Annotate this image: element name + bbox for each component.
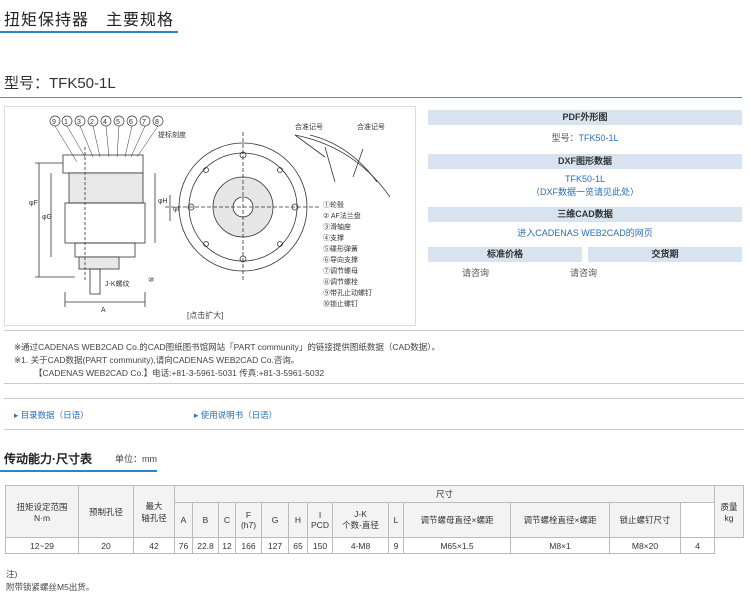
th-prebore: 预制孔径 bbox=[78, 485, 134, 538]
note-line-1: ※通过CADENAS WEB2CAD Co.的CAD图纸图书馆网站「PART c… bbox=[14, 342, 441, 352]
spec-underline bbox=[0, 470, 157, 472]
svg-text:⑨带孔止动螺钉: ⑨带孔止动螺钉 bbox=[323, 288, 372, 297]
cad-header: 三维CAD数据 bbox=[428, 207, 742, 222]
footer-note-text: 附带锁紧螺丝M5出货。 bbox=[6, 582, 95, 592]
th-bolt: 调节螺栓直径×螺距 bbox=[510, 502, 610, 538]
note-line-2: ※1. 关于CAD数据(PART community),请向CADENAS WE… bbox=[14, 355, 300, 365]
callout-10: ⑩ bbox=[148, 276, 154, 284]
th-f: F (h7) bbox=[235, 502, 262, 538]
svg-text:9: 9 bbox=[52, 119, 56, 126]
dim-a-label: A bbox=[101, 307, 106, 314]
note-line-3: 【CADENAS WEB2CAD Co.】电话:+81-3-5961-5031 … bbox=[34, 368, 325, 378]
pdf-model[interactable]: 型号：TFK50-1L bbox=[428, 132, 742, 145]
title-underline bbox=[0, 31, 178, 33]
svg-text:⑥导向支撑: ⑥导向支撑 bbox=[323, 255, 358, 264]
th-l: L bbox=[388, 502, 404, 538]
drawing-svg: 9 1 3 2 4 5 6 7 8 提标刻度 φF φG φH φI A J-K螺纹 ⑩… bbox=[29, 115, 391, 314]
th-c: C bbox=[218, 502, 236, 538]
svg-text:1: 1 bbox=[64, 119, 68, 126]
th-mass: 质量 kg bbox=[714, 485, 744, 538]
svg-text:6: 6 bbox=[129, 119, 133, 126]
zoom-link[interactable]: [点击扩大] bbox=[187, 310, 223, 321]
svg-text:③滑轴座: ③滑轴座 bbox=[323, 222, 351, 231]
spec-section-title: 传动能力·尺寸表 bbox=[4, 452, 92, 466]
svg-text:② AF法兰盘: ② AF法兰盘 bbox=[323, 211, 361, 220]
svg-text:①轮毂: ①轮毂 bbox=[323, 200, 344, 209]
notes-box: ※通过CADENAS WEB2CAD Co.的CAD图纸图书馆网站「PART c… bbox=[4, 330, 744, 384]
svg-text:5: 5 bbox=[116, 119, 120, 126]
th-torque: 扭矩设定范围 N·m bbox=[5, 485, 79, 538]
front-view bbox=[165, 132, 320, 282]
th-lock: 锁止螺钉尺寸 bbox=[609, 502, 681, 538]
th-h: H bbox=[288, 502, 308, 538]
callout-top-label: 提标刻度 bbox=[158, 130, 186, 139]
th-a: A bbox=[174, 502, 193, 538]
manual-link[interactable]: ▸ 使用说明书（日语） bbox=[194, 409, 277, 421]
dim-h-label: φH bbox=[158, 198, 168, 205]
doc-links: ▸ 目录数据（日语） ▸ 使用说明书（日语） bbox=[4, 398, 744, 430]
mark-left-label: 合准记号 bbox=[295, 122, 323, 131]
catalog-link[interactable]: ▸ 目录数据（日语） bbox=[14, 409, 89, 421]
pdf-header: PDF外形图 bbox=[428, 110, 742, 125]
svg-text:8: 8 bbox=[155, 119, 159, 126]
model-heading: 型号：TFK50-1L bbox=[4, 75, 116, 92]
footer-note-label: 注) bbox=[6, 569, 18, 579]
th-g: G bbox=[261, 502, 289, 538]
product-drawing[interactable]: 9 1 3 2 4 5 6 7 8 提标刻度 φF φG φH φI A J-K螺纹 ⑩… bbox=[4, 106, 416, 326]
th-maxbore: 最大 轴孔径 bbox=[133, 485, 175, 538]
delivery-value: 请咨询 bbox=[570, 268, 598, 278]
svg-text:⑩锁止螺钉: ⑩锁止螺钉 bbox=[323, 299, 358, 308]
delivery-header: 交货期 bbox=[588, 247, 742, 262]
pdf-model-prefix: 型号： bbox=[551, 133, 579, 143]
th-nut: 调节螺母直径×螺距 bbox=[403, 502, 511, 538]
catalog-link-label[interactable]: 目录数据（日语） bbox=[21, 410, 89, 420]
dxf-model-link[interactable]: TFK50-1L bbox=[428, 173, 742, 186]
svg-text:2: 2 bbox=[90, 119, 94, 126]
dxf-list-link[interactable]: （DXF数据一览请见此处） bbox=[428, 186, 742, 199]
th-jk: J-K 个数-直径 bbox=[332, 502, 389, 538]
spec-unit: 单位：mm bbox=[115, 454, 157, 464]
jk-label: J-K螺纹 bbox=[105, 279, 130, 288]
mark-right-label: 合准记号 bbox=[357, 122, 385, 131]
parts-legend: ①轮毂 ② AF法兰盘 ③滑轴座 ④支撑 ⑤碟形弹簧 ⑥导向支撑 ⑦调节螺母 ⑧… bbox=[323, 200, 372, 308]
svg-text:⑤碟形弹簧: ⑤碟形弹簧 bbox=[323, 244, 358, 253]
pdf-model-link[interactable]: TFK50-1L bbox=[578, 133, 618, 143]
svg-text:⑧调节螺栓: ⑧调节螺栓 bbox=[323, 277, 358, 286]
svg-text:3: 3 bbox=[77, 119, 81, 126]
price-header: 标准价格 bbox=[428, 247, 582, 262]
price-value: 请咨询 bbox=[462, 268, 490, 278]
page-title: 扭矩保持器 主要规格 bbox=[4, 12, 175, 29]
th-dims: 尺寸 bbox=[174, 485, 715, 503]
dim-f-label: φF bbox=[29, 200, 38, 207]
table-row: 12~29 20 42 76 22.8 12 166 127 65 150 4-M8 9 M65… bbox=[5, 537, 744, 554]
manual-link-label[interactable]: 使用说明书（日语） bbox=[201, 410, 278, 420]
svg-text:7: 7 bbox=[142, 119, 146, 126]
svg-text:④支撑: ④支撑 bbox=[323, 233, 344, 242]
th-i: I PCD bbox=[307, 502, 333, 538]
dxf-header: DXF图形数据 bbox=[428, 154, 742, 169]
th-b: B bbox=[192, 502, 219, 538]
spec-table: 扭矩设定范围 N·m 预制孔径 最大 轴孔径 尺寸 质量 kg A B C F (h7… bbox=[5, 485, 744, 554]
svg-text:⑦调节螺母: ⑦调节螺母 bbox=[323, 266, 358, 275]
cad-link[interactable]: 进入CADENAS WEB2CAD的网页 bbox=[428, 227, 742, 240]
model-underline bbox=[0, 97, 742, 98]
dim-g-label: φG bbox=[42, 214, 52, 221]
svg-text:4: 4 bbox=[103, 119, 107, 126]
detail-view bbox=[294, 134, 391, 198]
